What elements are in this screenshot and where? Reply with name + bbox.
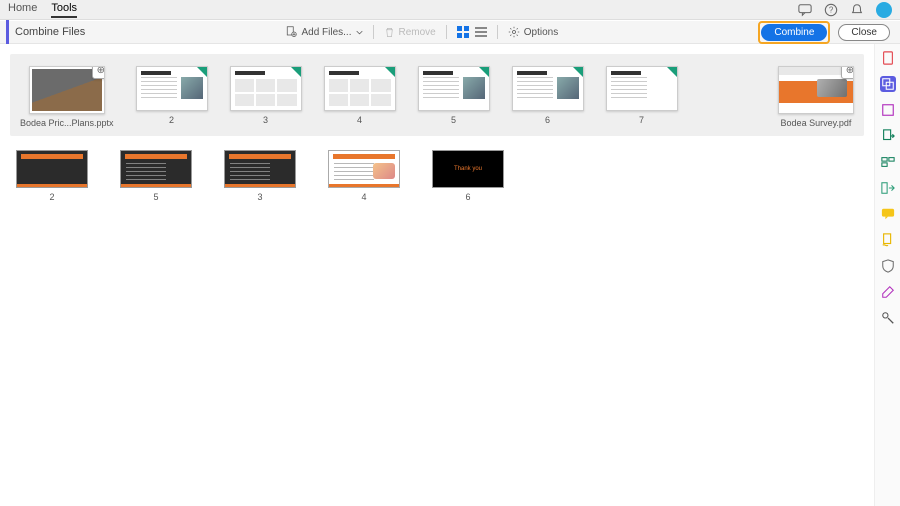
expand-icon[interactable]: ⊕ — [841, 66, 854, 79]
redact-icon[interactable] — [880, 284, 896, 300]
svg-text:?: ? — [829, 5, 834, 14]
slide-thumb[interactable]: ⊕ — [29, 66, 105, 114]
remove-label: Remove — [399, 27, 436, 38]
page-number: 4 — [357, 115, 362, 125]
toolbar-center: Add Files... Remove Options — [285, 25, 558, 39]
tool-accent — [6, 20, 9, 44]
edit-pdf-icon[interactable] — [880, 102, 896, 118]
create-pdf-icon[interactable] — [880, 50, 896, 66]
expand-icon[interactable]: ⊕ — [92, 66, 105, 79]
options-label: Options — [524, 27, 558, 38]
page-number: 2 — [49, 192, 54, 202]
page-thumb[interactable]: 4 — [328, 150, 400, 202]
toolbar-right: Combine Close — [758, 21, 894, 44]
close-button[interactable]: Close — [838, 24, 890, 41]
list-view-icon[interactable] — [475, 26, 487, 38]
right-rail — [874, 44, 900, 506]
loose-row: 2 5 3 4 Thank you 6 — [10, 150, 864, 202]
thank-you-text: Thank you — [454, 166, 482, 172]
top-right-icons: ? — [798, 2, 892, 18]
tool-title: Combine Files — [15, 26, 85, 38]
main-area: ⊕ Bodea Pric...Plans.pptx 2 3 4 5 — [0, 44, 900, 506]
organize-icon[interactable] — [880, 154, 896, 170]
page-number: 2 — [169, 115, 174, 125]
file-group[interactable]: ⊕ Bodea Pric...Plans.pptx 2 3 4 5 — [10, 54, 864, 136]
page-thumb[interactable]: 3 — [224, 150, 296, 202]
compare-icon[interactable] — [880, 180, 896, 196]
export-pdf-icon[interactable] — [880, 128, 896, 144]
more-tools-icon[interactable] — [880, 310, 896, 326]
page-number: 5 — [451, 115, 456, 125]
page-number: 3 — [257, 192, 262, 202]
page-thumb[interactable]: 7 — [606, 66, 678, 128]
page-thumb[interactable]: 6 — [512, 66, 584, 128]
page-thumb[interactable]: Thank you 6 — [432, 150, 504, 202]
file-label: Bodea Pric...Plans.pptx — [20, 118, 114, 128]
fill-sign-icon[interactable] — [880, 232, 896, 248]
file-cover-survey[interactable]: ⊕ Bodea Survey.pdf — [778, 66, 854, 128]
grid-view-icon[interactable] — [457, 26, 469, 38]
page-number: 6 — [545, 115, 550, 125]
page-thumb[interactable]: 2 — [16, 150, 88, 202]
file-cover[interactable]: ⊕ Bodea Pric...Plans.pptx — [20, 66, 114, 128]
page-thumb[interactable]: 5 — [120, 150, 192, 202]
file-label: Bodea Survey.pdf — [781, 118, 852, 128]
tab-tools[interactable]: Tools — [51, 2, 77, 18]
protect-icon[interactable] — [880, 258, 896, 274]
page-thumb[interactable]: 2 — [136, 66, 208, 128]
chat-icon[interactable] — [798, 3, 812, 17]
page-thumb[interactable]: 5 — [418, 66, 490, 128]
page-number: 3 — [263, 115, 268, 125]
gear-icon — [508, 26, 520, 38]
combine-tool-icon[interactable] — [880, 76, 896, 92]
page-number: 5 — [153, 192, 158, 202]
view-toggle — [457, 26, 487, 38]
slide-thumb[interactable]: ⊕ — [778, 66, 854, 114]
page-thumb[interactable]: 3 — [230, 66, 302, 128]
chevron-down-icon — [356, 29, 363, 36]
divider — [497, 25, 498, 39]
bell-icon[interactable] — [850, 3, 864, 17]
divider — [373, 25, 374, 39]
page-thumb[interactable]: 4 — [324, 66, 396, 128]
page-number: 4 — [361, 192, 366, 202]
add-files-button[interactable]: Add Files... — [285, 26, 362, 38]
avatar[interactable] — [876, 2, 892, 18]
comment-icon[interactable] — [880, 206, 896, 222]
toolbar: Combine Files Add Files... Remove Option… — [0, 20, 900, 44]
help-icon[interactable]: ? — [824, 3, 838, 17]
combine-highlight: Combine — [758, 21, 830, 44]
combine-button[interactable]: Combine — [761, 24, 827, 41]
content-area[interactable]: ⊕ Bodea Pric...Plans.pptx 2 3 4 5 — [0, 44, 874, 506]
add-files-label: Add Files... — [301, 27, 351, 38]
top-tabs: Home Tools — [8, 2, 77, 18]
options-button[interactable]: Options — [508, 26, 558, 38]
page-number: 6 — [465, 192, 470, 202]
remove-button[interactable]: Remove — [384, 27, 436, 38]
top-bar: Home Tools ? — [0, 0, 900, 20]
tab-home[interactable]: Home — [8, 2, 37, 18]
divider — [446, 25, 447, 39]
page-number: 7 — [639, 115, 644, 125]
